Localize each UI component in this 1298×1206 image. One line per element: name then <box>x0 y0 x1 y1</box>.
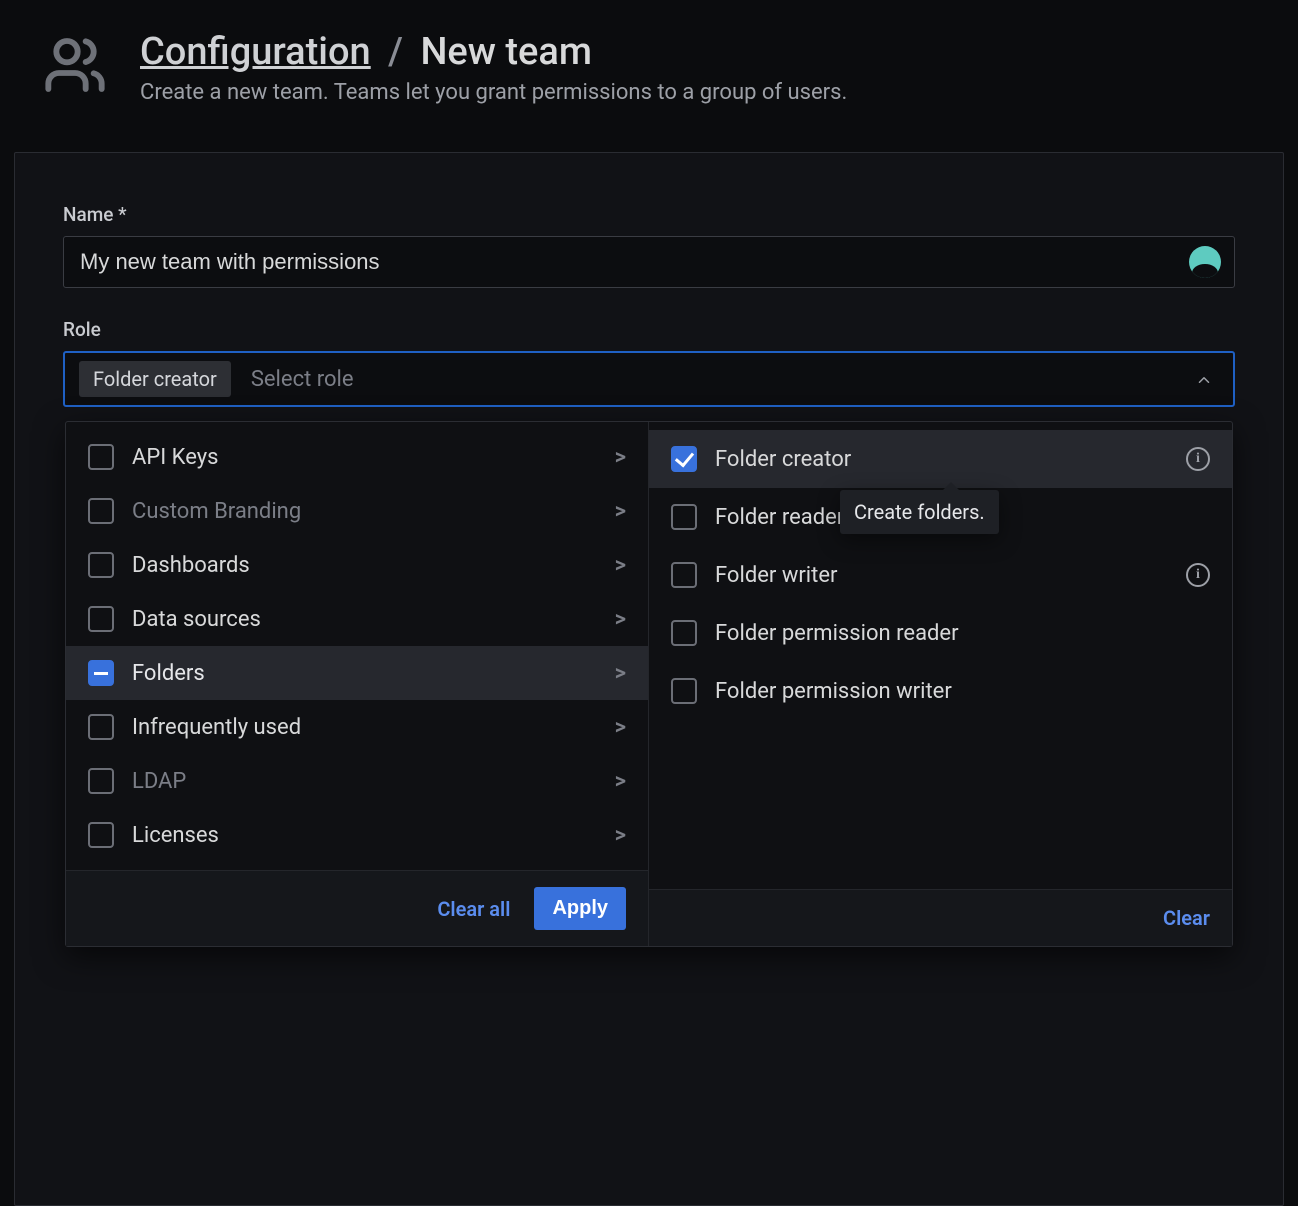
category-checkbox[interactable] <box>88 552 114 578</box>
category-checkbox[interactable] <box>88 660 114 686</box>
input-badge-icon <box>1189 246 1221 278</box>
subrole-row[interactable]: Folder permission reader <box>649 604 1232 662</box>
subrole-checkbox[interactable] <box>671 504 697 530</box>
chevron-right-icon: > <box>615 499 626 524</box>
breadcrumb-root-link[interactable]: Configuration <box>140 30 371 74</box>
category-checkbox[interactable] <box>88 444 114 470</box>
breadcrumb-leaf: New team <box>420 30 592 74</box>
category-checkbox[interactable] <box>88 714 114 740</box>
subrole-label: Folder permission reader <box>715 621 959 646</box>
subrole-label: Folder writer <box>715 563 837 588</box>
role-tooltip: Create folders. <box>840 490 999 534</box>
role-category-column: API Keys>Custom Branding>Dashboards>Data… <box>66 422 649 946</box>
role-field: Role Folder creator Select role API Keys… <box>63 318 1235 407</box>
info-icon[interactable]: i <box>1186 563 1210 587</box>
category-row[interactable]: Dashboards > <box>66 538 648 592</box>
form-panel: Name * Role Folder creator Select role A… <box>14 152 1284 1206</box>
subrole-row[interactable]: Folder writer i <box>649 546 1232 604</box>
subrole-label: Folder reader <box>715 505 844 530</box>
clear-all-button[interactable]: Clear all <box>437 897 510 921</box>
category-checkbox[interactable] <box>88 606 114 632</box>
role-dropdown: API Keys>Custom Branding>Dashboards>Data… <box>65 421 1233 947</box>
page-subtitle: Create a new team. Teams let you grant p… <box>140 80 847 105</box>
category-row[interactable]: API Keys > <box>66 430 648 484</box>
category-checkbox[interactable] <box>88 498 114 524</box>
subrole-checkbox[interactable] <box>671 678 697 704</box>
info-icon[interactable]: i <box>1186 447 1210 471</box>
category-row[interactable]: Infrequently used > <box>66 700 648 754</box>
category-label: Dashboards <box>132 553 250 578</box>
apply-button[interactable]: Apply <box>534 887 626 930</box>
chevron-right-icon: > <box>615 553 626 578</box>
category-checkbox[interactable] <box>88 768 114 794</box>
role-select[interactable]: Folder creator Select role API Keys>Cust… <box>63 351 1235 407</box>
name-field: Name * <box>63 203 1235 288</box>
category-label: Data sources <box>132 607 261 632</box>
chevron-up-icon <box>1195 370 1213 388</box>
left-footer: Clear all Apply <box>66 870 648 946</box>
role-chip[interactable]: Folder creator <box>79 361 231 397</box>
category-row[interactable]: Custom Branding > <box>66 484 648 538</box>
subrole-checkbox[interactable] <box>671 562 697 588</box>
right-footer: Clear <box>649 889 1232 946</box>
role-select-placeholder: Select role <box>251 367 354 392</box>
page-header: Configuration / New team Create a new te… <box>0 0 1298 105</box>
chevron-right-icon: > <box>615 661 626 686</box>
category-label: Folders <box>132 661 205 686</box>
chevron-right-icon: > <box>615 823 626 848</box>
subrole-row[interactable]: Folder permission writer <box>649 662 1232 720</box>
team-icon <box>40 30 110 100</box>
team-name-input[interactable] <box>63 236 1235 288</box>
category-row[interactable]: LDAP > <box>66 754 648 808</box>
clear-button[interactable]: Clear <box>1163 906 1210 930</box>
category-label: Custom Branding <box>132 499 301 524</box>
category-checkbox[interactable] <box>88 822 114 848</box>
name-label: Name * <box>63 203 1235 226</box>
category-row[interactable]: Folders > <box>66 646 648 700</box>
chevron-right-icon: > <box>615 715 626 740</box>
breadcrumb-separator: / <box>380 30 411 74</box>
subrole-label: Folder permission writer <box>715 679 952 704</box>
role-label: Role <box>63 318 1235 341</box>
breadcrumb: Configuration / New team <box>140 30 847 74</box>
category-label: Licenses <box>132 823 219 848</box>
subrole-checkbox[interactable] <box>671 620 697 646</box>
chevron-right-icon: > <box>615 445 626 470</box>
category-label: LDAP <box>132 769 186 794</box>
subrole-checkbox[interactable] <box>671 446 697 472</box>
chevron-right-icon: > <box>615 607 626 632</box>
category-row[interactable]: Data sources > <box>66 592 648 646</box>
category-row[interactable]: Licenses > <box>66 808 648 862</box>
subrole-label: Folder creator <box>715 447 851 472</box>
category-label: API Keys <box>132 445 219 470</box>
subrole-row[interactable]: Folder creator i <box>649 430 1232 488</box>
chevron-right-icon: > <box>615 769 626 794</box>
category-label: Infrequently used <box>132 715 301 740</box>
